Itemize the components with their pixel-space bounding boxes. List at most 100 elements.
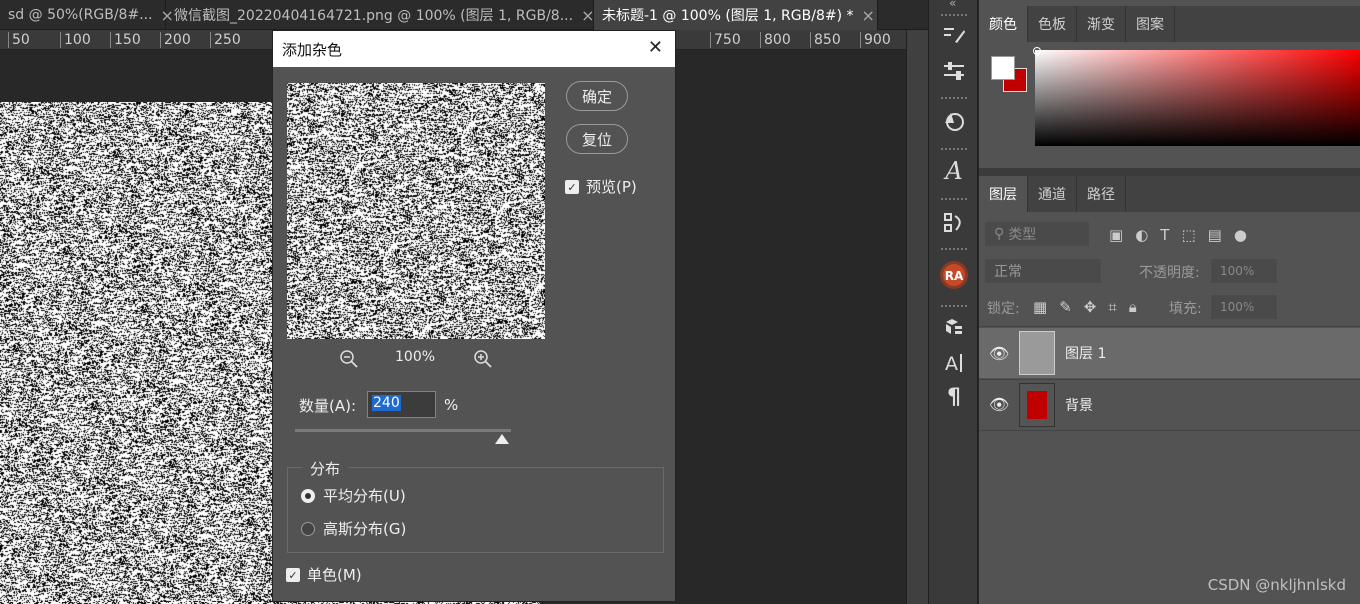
amount-input[interactable]: 240 [367, 391, 436, 418]
layer-thumbnail-fill [1027, 391, 1047, 419]
collapse-icon[interactable]: « [949, 0, 956, 10]
amount-label: 数量(A): [299, 397, 357, 415]
monochromatic-checkbox[interactable]: ✓ [286, 568, 300, 582]
lock-transparent-icon[interactable]: ▦ [1033, 298, 1047, 316]
opacity-input[interactable]: 100% [1211, 259, 1277, 283]
divider [979, 326, 1360, 327]
visibility-eye-icon[interactable]: 👁︎ [989, 395, 1009, 414]
vertical-scrollbar[interactable] [906, 30, 928, 604]
filter-toggle-icon[interactable]: ● [1234, 226, 1247, 244]
layer-row-background[interactable]: 👁︎ 背景 [979, 379, 1360, 429]
zoom-in-icon[interactable] [473, 349, 493, 369]
ok-button[interactable]: 确定 [566, 81, 628, 111]
right-panels: 颜色 色板 渐变 图案 图层 通道 路径 ⚲ 类型 ▣ ◐ T ⬚ ▤ ● 正常… [979, 0, 1360, 604]
visibility-eye-icon[interactable]: 👁︎ [989, 344, 1009, 363]
brush-settings-icon[interactable] [935, 20, 973, 50]
tab-layers[interactable]: 图层 [979, 176, 1028, 212]
layer-thumbnail [1019, 331, 1055, 375]
divider [979, 430, 1360, 431]
dialog-title: 添加杂色 [282, 40, 343, 59]
3d-icon[interactable] [935, 312, 973, 342]
tab-patterns[interactable]: 图案 [1126, 6, 1175, 42]
blend-mode-select[interactable]: 正常 [985, 259, 1101, 283]
search-icon: ⚲ [994, 226, 1005, 242]
gaussian-label[interactable]: 高斯分布(G) [323, 518, 406, 539]
panel-separator [979, 168, 1360, 176]
character-icon[interactable]: A [935, 156, 973, 186]
amount-slider-track[interactable] [295, 429, 511, 432]
history-icon[interactable] [935, 106, 973, 136]
preview-label: 预览(P) [586, 178, 637, 196]
ruler-tick: 850 [810, 32, 841, 48]
color-picker-marker[interactable] [1033, 47, 1041, 55]
tab-channels[interactable]: 通道 [1028, 176, 1077, 212]
svg-text:A: A [945, 353, 958, 375]
photoshop-window: sd @ 50%(RGB/8#... × 微信截图_20220404164721… [0, 0, 1360, 604]
distribution-label: 分布 [302, 458, 349, 479]
actions-icon[interactable] [935, 208, 973, 238]
preview-checkbox[interactable]: ✓ [565, 180, 579, 194]
ruler-tick: 750 [710, 32, 741, 48]
layers-panel-tabs: 图层 通道 路径 [979, 176, 1360, 212]
close-icon[interactable]: × [862, 6, 875, 25]
lock-position-icon[interactable]: ✥ [1084, 298, 1097, 316]
lock-all-icon[interactable]: 🔒︎ [1129, 298, 1137, 316]
ruler-tick: 200 [160, 32, 191, 48]
fill-input[interactable]: 100% [1211, 295, 1277, 319]
lock-pixels-icon[interactable]: ✎ [1059, 298, 1072, 316]
layer-filter-select[interactable]: ⚲ 类型 [985, 222, 1089, 246]
ra-plugin-icon[interactable]: RA [935, 260, 973, 290]
gaussian-radio[interactable] [301, 522, 315, 536]
color-field[interactable] [1035, 50, 1360, 146]
svg-text:RA: RA [945, 269, 964, 283]
grip [941, 248, 967, 250]
noise-preview[interactable] [287, 83, 545, 339]
distribution-group: 分布 平均分布(U) 高斯分布(G) [287, 458, 664, 553]
ruler-tick: 800 [760, 32, 791, 48]
image-filter-icon[interactable]: ▣ [1109, 226, 1123, 244]
close-icon[interactable]: ✕ [648, 39, 663, 57]
tab-color[interactable]: 颜色 [979, 6, 1028, 42]
tab-sd[interactable]: sd @ 50%(RGB/8#... × [0, 0, 174, 30]
shape-filter-icon[interactable]: ⬚ [1181, 226, 1195, 244]
ruler-tick: 150 [110, 32, 141, 48]
smartobject-filter-icon[interactable]: ▤ [1208, 226, 1222, 244]
reset-button[interactable]: 复位 [566, 124, 628, 154]
grip [941, 148, 967, 150]
add-noise-dialog: 添加杂色 ✕ 确定 复位 ✓ 预览(P) 100% 数量(A): 240 % 分… [272, 30, 676, 602]
layer-filter-placeholder: 类型 [1008, 227, 1037, 243]
fill-label: 填充: [1169, 301, 1202, 317]
grip [941, 14, 967, 16]
tab-untitled-1[interactable]: 未标题-1 @ 100% (图层 1, RGB/8#) * × [594, 0, 878, 30]
zoom-out-icon[interactable] [339, 349, 359, 369]
color-panel-tabs: 颜色 色板 渐变 图案 [979, 6, 1360, 42]
uniform-label[interactable]: 平均分布(U) [323, 485, 406, 506]
close-icon[interactable]: × [581, 6, 594, 25]
uniform-radio[interactable] [301, 489, 315, 503]
adjust-icon[interactable] [935, 56, 973, 86]
layer-thumbnail [1019, 383, 1055, 427]
tab-gradients[interactable]: 渐变 [1077, 6, 1126, 42]
tab-wechat-screenshot[interactable]: 微信截图_20220404164721.png @ 100% (图层 1, RG… [166, 0, 594, 30]
text-icon[interactable]: A [935, 348, 973, 378]
foreground-color-swatch[interactable] [991, 56, 1015, 80]
lock-icons: ▦ ✎ ✥ ⌗ 🔒︎ [1033, 298, 1137, 316]
type-filter-icon[interactable]: T [1160, 226, 1169, 244]
paragraph-icon[interactable]: ¶ [935, 382, 973, 412]
zoom-level: 100% [395, 349, 436, 365]
amount-slider-thumb[interactable] [495, 434, 510, 444]
monochromatic-label: 单色(M) [307, 566, 362, 584]
layer-row-layer-1[interactable]: 👁︎ 图层 1 [979, 328, 1360, 378]
adjustment-filter-icon[interactable]: ◐ [1135, 226, 1148, 244]
watermark: CSDN @nkljhnlskd [1207, 576, 1346, 594]
zoom-controls: 100% [333, 349, 503, 369]
grip [941, 198, 967, 200]
grip [941, 305, 967, 307]
tab-swatches[interactable]: 色板 [1028, 6, 1077, 42]
tab-label: sd @ 50%(RGB/8#... [8, 7, 153, 23]
tab-label: 未标题-1 @ 100% (图层 1, RGB/8#) * [602, 8, 854, 24]
grip [941, 97, 967, 99]
tab-paths[interactable]: 路径 [1077, 176, 1126, 212]
lock-artboard-icon[interactable]: ⌗ [1108, 298, 1116, 316]
dialog-titlebar[interactable]: 添加杂色 ✕ [273, 31, 675, 67]
